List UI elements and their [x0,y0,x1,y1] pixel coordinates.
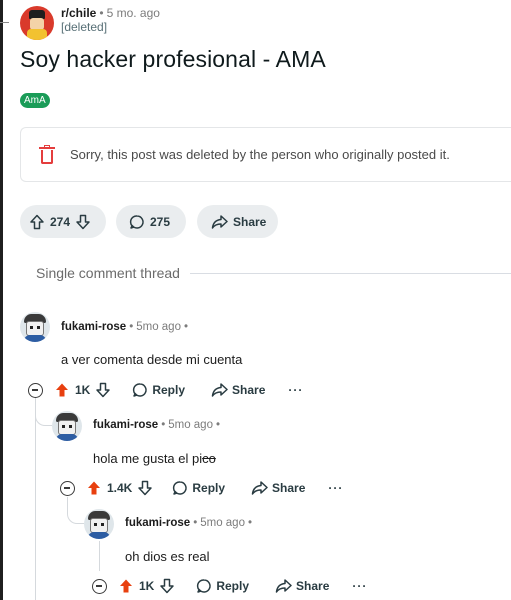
reply-label: Reply [216,579,250,593]
downvote-icon[interactable] [75,214,91,230]
comment-username[interactable]: fukami-rose [93,419,158,431]
downvote-icon[interactable] [95,382,111,398]
trash-icon [39,144,55,165]
thread-connector [67,497,84,524]
user-avatar-icon[interactable] [52,411,82,441]
share-icon [251,481,268,495]
reply-button[interactable]: Reply [172,480,225,496]
comment-age: 5mo ago [200,517,245,529]
comment-text-main: hola me gusta el pi [93,451,203,466]
upvote-icon[interactable] [54,382,70,398]
upvote-icon[interactable] [86,480,102,496]
comment-text: hola me gusta el pico [93,451,216,466]
subreddit-name[interactable]: r/chile [61,6,96,20]
comment-username[interactable]: fukami-rose [125,517,190,529]
share-button[interactable]: Share [251,480,305,496]
more-options-icon[interactable]: ··· [288,383,303,397]
deleted-notice: Sorry, this post was deleted by the pers… [20,127,511,182]
post-header: r/chile • 5 mo. ago [deleted] [20,6,160,40]
subreddit-avatar-icon[interactable] [20,6,54,40]
thread-line [99,541,100,571]
comment-age: 5mo ago [136,321,181,333]
post-vote-count: 274 [50,214,71,229]
share-icon [211,214,228,229]
downvote-icon[interactable] [137,480,153,496]
comment-actions: 1K Reply Share ··· [28,380,303,400]
more-options-icon[interactable]: ··· [328,481,343,495]
screen-edge-mark [0,22,9,23]
comment-meta: fukami-rose • 5mo ago • [125,517,253,529]
comment-text-struck: co [202,451,216,466]
post-vote-control: 274 [20,205,106,238]
post-author: [deleted] [61,20,108,34]
comment-icon [133,383,148,397]
share-label: Share [296,579,330,593]
comment-vote-count: 1K [75,383,91,397]
thread-divider [190,273,511,274]
comment-vote-count: 1K [139,579,155,593]
share-label: Share [232,383,266,397]
comment-actions: 1K Reply Share ··· [92,576,367,596]
comment-meta: fukami-rose • 5mo ago • [61,321,189,333]
comment-icon [173,481,188,495]
share-icon [275,579,292,593]
thread-line [35,398,36,600]
comment-icon [197,579,212,593]
more-options-icon[interactable]: ··· [352,579,367,593]
user-avatar-icon[interactable] [84,509,114,539]
post-flair[interactable]: AmA [20,93,50,108]
share-button[interactable]: Share [197,205,278,238]
single-thread-label: Single comment thread [36,265,180,281]
comment-age: 5mo ago [168,419,213,431]
comment-username[interactable]: fukami-rose [61,321,126,333]
post-title: Soy hacker profesional - AMA [20,46,326,72]
reply-button[interactable]: Reply [132,382,185,398]
comment-count: 275 [150,214,171,229]
deleted-message: Sorry, this post was deleted by the pers… [70,147,450,162]
collapse-icon[interactable] [60,480,75,496]
upvote-icon[interactable] [29,214,45,230]
reply-button[interactable]: Reply [196,578,249,594]
post-meta: r/chile • 5 mo. ago [deleted] [61,6,160,34]
share-button[interactable]: Share [211,382,265,398]
user-avatar-icon[interactable] [20,312,50,342]
comment-text: a ver comenta desde mi cuenta [61,352,243,367]
comment-meta: fukami-rose • 5mo ago • [93,419,221,431]
reply-label: Reply [152,383,186,397]
collapse-icon[interactable] [92,578,107,594]
upvote-icon[interactable] [118,578,134,594]
comment-text: oh dios es real [125,549,210,564]
share-label: Share [233,214,267,229]
share-icon [211,383,228,397]
thread-connector [35,398,52,426]
post-age: 5 mo. ago [106,6,160,20]
collapse-icon[interactable] [28,382,43,398]
comment-icon [129,214,144,229]
share-label: Share [272,481,306,495]
reply-label: Reply [192,481,226,495]
comments-button[interactable]: 275 [116,205,186,238]
downvote-icon[interactable] [159,578,175,594]
comment-actions: 1.4K Reply Share ··· [60,478,343,498]
screen-edge [0,0,3,600]
share-button[interactable]: Share [275,578,329,594]
comment-vote-count: 1.4K [107,481,133,495]
